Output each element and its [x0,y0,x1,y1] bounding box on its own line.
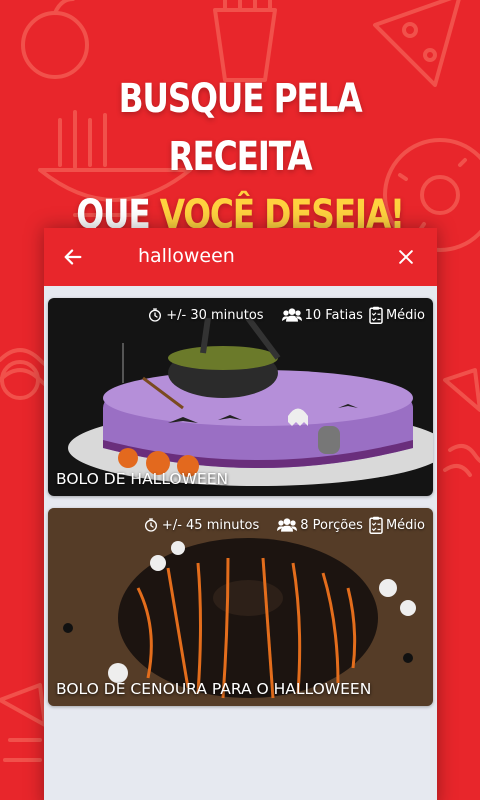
app-screen: halloween +/- 30 minutos 10 Fatias Médio… [44,228,437,800]
promo-headline: BUSQUE PELA RECEITA QUE VOCÊ DESEJA! [43,70,437,244]
close-icon [399,250,413,264]
apple-doodle [21,11,89,79]
back-button[interactable] [56,240,90,274]
checklist-icon [369,516,383,534]
recipe-meta: +/- 30 minutos 10 Fatias Médio [147,306,425,324]
timer-icon [149,308,162,322]
corner-doodle [0,683,47,727]
people-icon [281,308,302,322]
recipe-title: BOLO DE HALLOWEEN [56,470,229,488]
recipe-card-2[interactable]: +/- 45 minutos 8 Porções Médio BOLO DE C… [48,508,433,706]
clear-search-button[interactable] [389,240,423,274]
recipe-meta: +/- 45 minutos 8 Porções Médio [143,516,425,534]
people-icon [277,518,298,532]
arrow-left-icon [64,249,82,265]
timer-icon [144,518,157,532]
recipe-servings: 8 Porções [300,517,363,533]
recipe-servings: 10 Fatias [304,307,363,323]
recipe-image-carrot-cake [48,508,433,706]
triangle-doodle [443,368,480,412]
recipe-difficulty: Médio [385,307,425,323]
headline-line-1: BUSQUE PELA RECEITA [118,76,363,180]
recipe-difficulty: Médio [385,517,425,533]
recipe-image-halloween-cake [48,298,433,496]
recipe-title: BOLO DE CENOURA PARA O HALLOWEEN [56,680,372,698]
search-app-bar: halloween [44,228,437,286]
checklist-icon [369,306,383,324]
recipe-time: +/- 30 minutos [166,307,264,323]
search-input[interactable]: halloween [138,245,235,267]
recipe-time: +/- 45 minutos [161,517,260,533]
recipe-card-1[interactable]: +/- 30 minutos 10 Fatias Médio BOLO DE H… [48,298,433,496]
